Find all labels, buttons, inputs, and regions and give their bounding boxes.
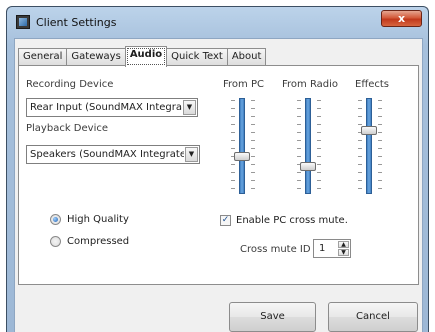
high-quality-label: High Quality — [67, 214, 129, 225]
client-settings-window: Client Settings x General Gateways Audio… — [6, 6, 429, 332]
cross-mute-id-label: Cross mute ID — [240, 244, 311, 255]
cross-mute-label: Enable PC cross mute. — [236, 215, 348, 226]
audio-tab-panel: Recording Device Rear Input (SoundMAX In… — [18, 65, 419, 285]
effects-slider-thumb[interactable] — [361, 126, 377, 135]
tab-quick-text[interactable]: Quick Text — [166, 48, 228, 66]
from-pc-label: From PC — [223, 79, 264, 90]
cross-mute-id-value[interactable]: 1 — [319, 243, 325, 254]
check-icon[interactable]: ✓ — [220, 215, 231, 226]
from-pc-slider-thumb[interactable] — [234, 152, 250, 161]
cross-mute-id-spinner[interactable]: 1 ▲ ▼ — [313, 239, 351, 258]
recording-device-select[interactable]: Rear Input (SoundMAX Integrate ▼ — [26, 98, 198, 117]
from-radio-label: From Radio — [282, 79, 339, 90]
compressed-label: Compressed — [67, 236, 130, 247]
dialog-body: General Gateways Audio Quick Text About … — [14, 38, 423, 332]
playback-device-label: Playback Device — [26, 123, 108, 134]
compressed-radio[interactable]: Compressed — [50, 236, 129, 247]
from-radio-slider-thumb[interactable] — [300, 162, 316, 171]
from-radio-slider[interactable] — [291, 98, 325, 194]
chevron-down-icon[interactable]: ▼ — [185, 147, 198, 162]
recording-device-label: Recording Device — [26, 79, 114, 90]
cross-mute-checkbox[interactable]: ✓ Enable PC cross mute. — [220, 215, 348, 226]
playback-device-select[interactable]: Speakers (SoundMAX Integrated ▼ — [26, 145, 200, 164]
effects-label: Effects — [355, 79, 389, 90]
close-button[interactable]: x — [381, 10, 422, 27]
high-quality-radio[interactable]: High Quality — [50, 214, 129, 225]
tab-audio[interactable]: Audio — [124, 46, 168, 67]
recording-device-value: Rear Input (SoundMAX Integrate — [30, 102, 182, 113]
app-icon — [16, 15, 30, 29]
spin-down-icon[interactable]: ▼ — [338, 249, 349, 256]
radio-dot-high-quality[interactable] — [50, 214, 61, 225]
chevron-down-icon[interactable]: ▼ — [183, 100, 196, 115]
cancel-button[interactable]: Cancel — [328, 302, 418, 332]
playback-device-value: Speakers (SoundMAX Integrated — [30, 149, 184, 160]
tab-gateways[interactable]: Gateways — [66, 48, 126, 66]
window-title: Client Settings — [36, 16, 117, 29]
save-button[interactable]: Save — [229, 302, 316, 332]
spin-up-icon[interactable]: ▲ — [338, 241, 349, 248]
radio-dot-compressed[interactable] — [50, 236, 61, 247]
title-bar[interactable]: Client Settings x — [7, 7, 428, 35]
tab-strip: General Gateways Audio Quick Text About — [18, 46, 267, 67]
from-pc-slider[interactable] — [225, 98, 259, 194]
effects-slider[interactable] — [352, 98, 386, 194]
tab-general[interactable]: General — [18, 48, 68, 66]
tab-about[interactable]: About — [226, 48, 267, 66]
